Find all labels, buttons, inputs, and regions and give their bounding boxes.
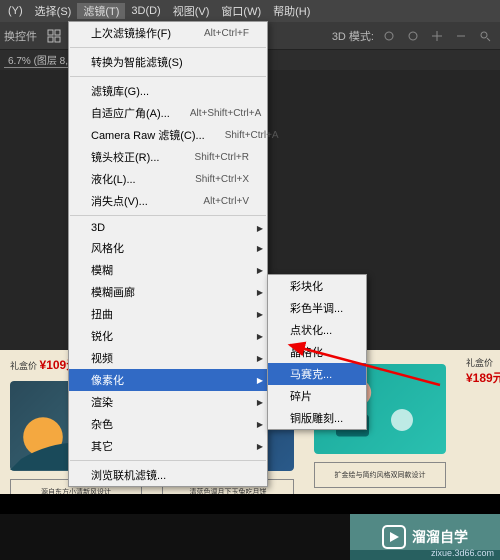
menu-view[interactable]: 视图(V) [167,3,216,19]
slide-icon[interactable] [452,27,470,45]
menu-pixelate[interactable]: 像素化 [69,369,267,391]
play-icon [382,525,406,549]
menu-video[interactable]: 视频 [69,347,267,369]
roll-icon[interactable] [404,27,422,45]
menu-camera-raw[interactable]: Camera Raw 滤镜(C)...Shift+Ctrl+A [69,124,267,146]
toolbar-label: 换控件 [4,28,37,44]
separator [70,215,266,216]
menu-vanishing-point[interactable]: 消失点(V)...Alt+Ctrl+V [69,190,267,212]
menu-noise[interactable]: 杂色 [69,413,267,435]
menu-sharpen[interactable]: 锐化 [69,325,267,347]
menu-pointillize[interactable]: 点状化... [268,319,366,341]
watermark: 溜溜自学 zixue.3d66.com [350,514,500,560]
footer-strip [0,494,500,514]
menu-fragment[interactable]: 碎片 [268,385,366,407]
menu-liquify[interactable]: 液化(L)...Shift+Ctrl+X [69,168,267,190]
menu-window[interactable]: 窗口(W) [215,3,267,19]
menu-halftone[interactable]: 彩色半调... [268,297,366,319]
menu-3d-sub[interactable]: 3D [69,219,267,237]
grid-icon[interactable] [45,27,63,45]
menu-mezzotint[interactable]: 铜版雕刻... [268,407,366,429]
menu-browse-online[interactable]: 浏览联机滤镜... [69,464,267,486]
menu-stylize[interactable]: 风格化 [69,237,267,259]
menu-3d[interactable]: 3D(D) [125,5,166,17]
menu-select[interactable]: 选择(S) [29,3,78,19]
menu-blur[interactable]: 模糊 [69,259,267,281]
menubar: (Y) 选择(S) 滤镜(T) 3D(D) 视图(V) 窗口(W) 帮助(H) [0,0,500,22]
menu-color-block[interactable]: 彩块化 [268,275,366,297]
menu-help[interactable]: 帮助(H) [267,3,316,19]
menu-smart-filter[interactable]: 转换为智能滤镜(S) [69,51,267,73]
menu-blur-gallery[interactable]: 模糊画廊 [69,281,267,303]
menu-crystallize[interactable]: 晶格化 [268,341,366,363]
menu-filter-gallery[interactable]: 滤镜库(G)... [69,80,267,102]
menu-filter[interactable]: 滤镜(T) [77,3,125,19]
separator [70,460,266,461]
separator [70,47,266,48]
price: 礼盒价 ¥189元 [466,356,500,386]
pan-icon[interactable] [428,27,446,45]
zoom-icon[interactable] [476,27,494,45]
menu-y[interactable]: (Y) [2,5,29,17]
product-desc: 扩金绘与简约风格双同款设计 [314,462,446,488]
menu-render[interactable]: 渲染 [69,391,267,413]
mode-label: 3D 模式: [332,28,374,44]
menu-mosaic[interactable]: 马赛克... [268,363,366,385]
menu-lens-correction[interactable]: 镜头校正(R)...Shift+Ctrl+R [69,146,267,168]
separator [70,76,266,77]
filter-menu: 上次滤镜操作(F)Alt+Ctrl+F 转换为智能滤镜(S) 滤镜库(G)...… [68,21,268,487]
menu-last-filter[interactable]: 上次滤镜操作(F)Alt+Ctrl+F [69,22,267,44]
toolbar-right: 3D 模式: [332,27,500,45]
menu-wide-angle[interactable]: 自适应广角(A)...Alt+Shift+Ctrl+A [69,102,267,124]
menu-distort[interactable]: 扭曲 [69,303,267,325]
watermark-url: zixue.3d66.com [431,548,494,558]
watermark-text: 溜溜自学 [412,527,468,547]
menu-other[interactable]: 其它 [69,435,267,457]
pixelate-submenu: 彩块化 彩色半调... 点状化... 晶格化 马赛克... 碎片 铜版雕刻... [267,274,367,430]
orbit-icon[interactable] [380,27,398,45]
footer [0,514,350,560]
